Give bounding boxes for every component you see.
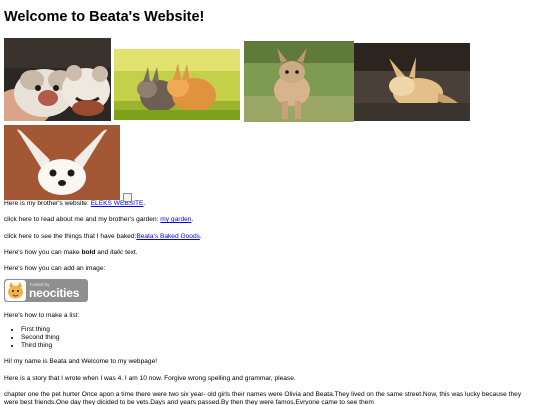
- baked-goods-link[interactable]: Beata's Baked Goods: [136, 233, 200, 240]
- sample-list: First thing Second thing Third thing: [4, 326, 536, 350]
- bunnies-photo: [114, 48, 240, 120]
- bold-text: bold: [81, 248, 96, 256]
- formatting-suffix: text.: [123, 248, 138, 256]
- baked-suffix: .: [199, 232, 202, 240]
- formatting-middle: and: [95, 248, 111, 256]
- list-intro: Here's how to make a list:: [4, 311, 80, 319]
- garden-line: click here to read about me and my broth…: [4, 216, 536, 224]
- list-item: Second thing: [21, 334, 536, 342]
- neocities-badge[interactable]: hosted by neocities: [4, 278, 88, 302]
- page-title: Welcome to Beata's Website!: [4, 9, 205, 25]
- brother-website-line: Here is my brother's website: ELEKS WEBS…: [4, 200, 536, 208]
- page-content: Welcome to Beata's Website! Here is my b…: [0, 0, 540, 405]
- story-text: chapter one the pet hurter Once apon a t…: [4, 390, 522, 405]
- formatting-prefix: Here's how you can make: [4, 248, 82, 256]
- brother-prefix: Here is my brother's website:: [4, 199, 91, 207]
- baked-goods-line: click here to see the things that I have…: [4, 233, 536, 241]
- brother-website-link[interactable]: ELEKS WEBSITE: [91, 200, 144, 207]
- neocities-cat-icon: [5, 279, 26, 301]
- badge-neocities-text: neocities: [29, 286, 80, 301]
- brother-suffix: .: [143, 199, 146, 207]
- baked-prefix: click here to see the things that I have…: [4, 232, 137, 240]
- italic-text: italic: [110, 248, 124, 256]
- garden-prefix: click here to read about me and my broth…: [4, 216, 161, 224]
- image-instructions: Here's how you can add an image:: [4, 265, 106, 273]
- list-item: Third thing: [21, 342, 536, 350]
- formatting-line: Here's how you can make bold and italic …: [4, 249, 536, 257]
- garden-suffix: .: [191, 216, 194, 224]
- story-intro: Here is a story that I wrote when I was …: [4, 374, 296, 382]
- garden-link[interactable]: my garden: [160, 216, 191, 223]
- broken-image-icon: [123, 192, 132, 202]
- red-panda-photo: [4, 37, 111, 121]
- list-item: First thing: [21, 326, 536, 334]
- intro-text: Hi! my name is Beata and Welcome to my w…: [4, 358, 158, 366]
- fennec-fox-photo: [354, 42, 470, 121]
- fennec-fox-portrait: [4, 124, 120, 200]
- caracal-photo: [244, 40, 354, 122]
- photo-gallery: [4, 37, 536, 202]
